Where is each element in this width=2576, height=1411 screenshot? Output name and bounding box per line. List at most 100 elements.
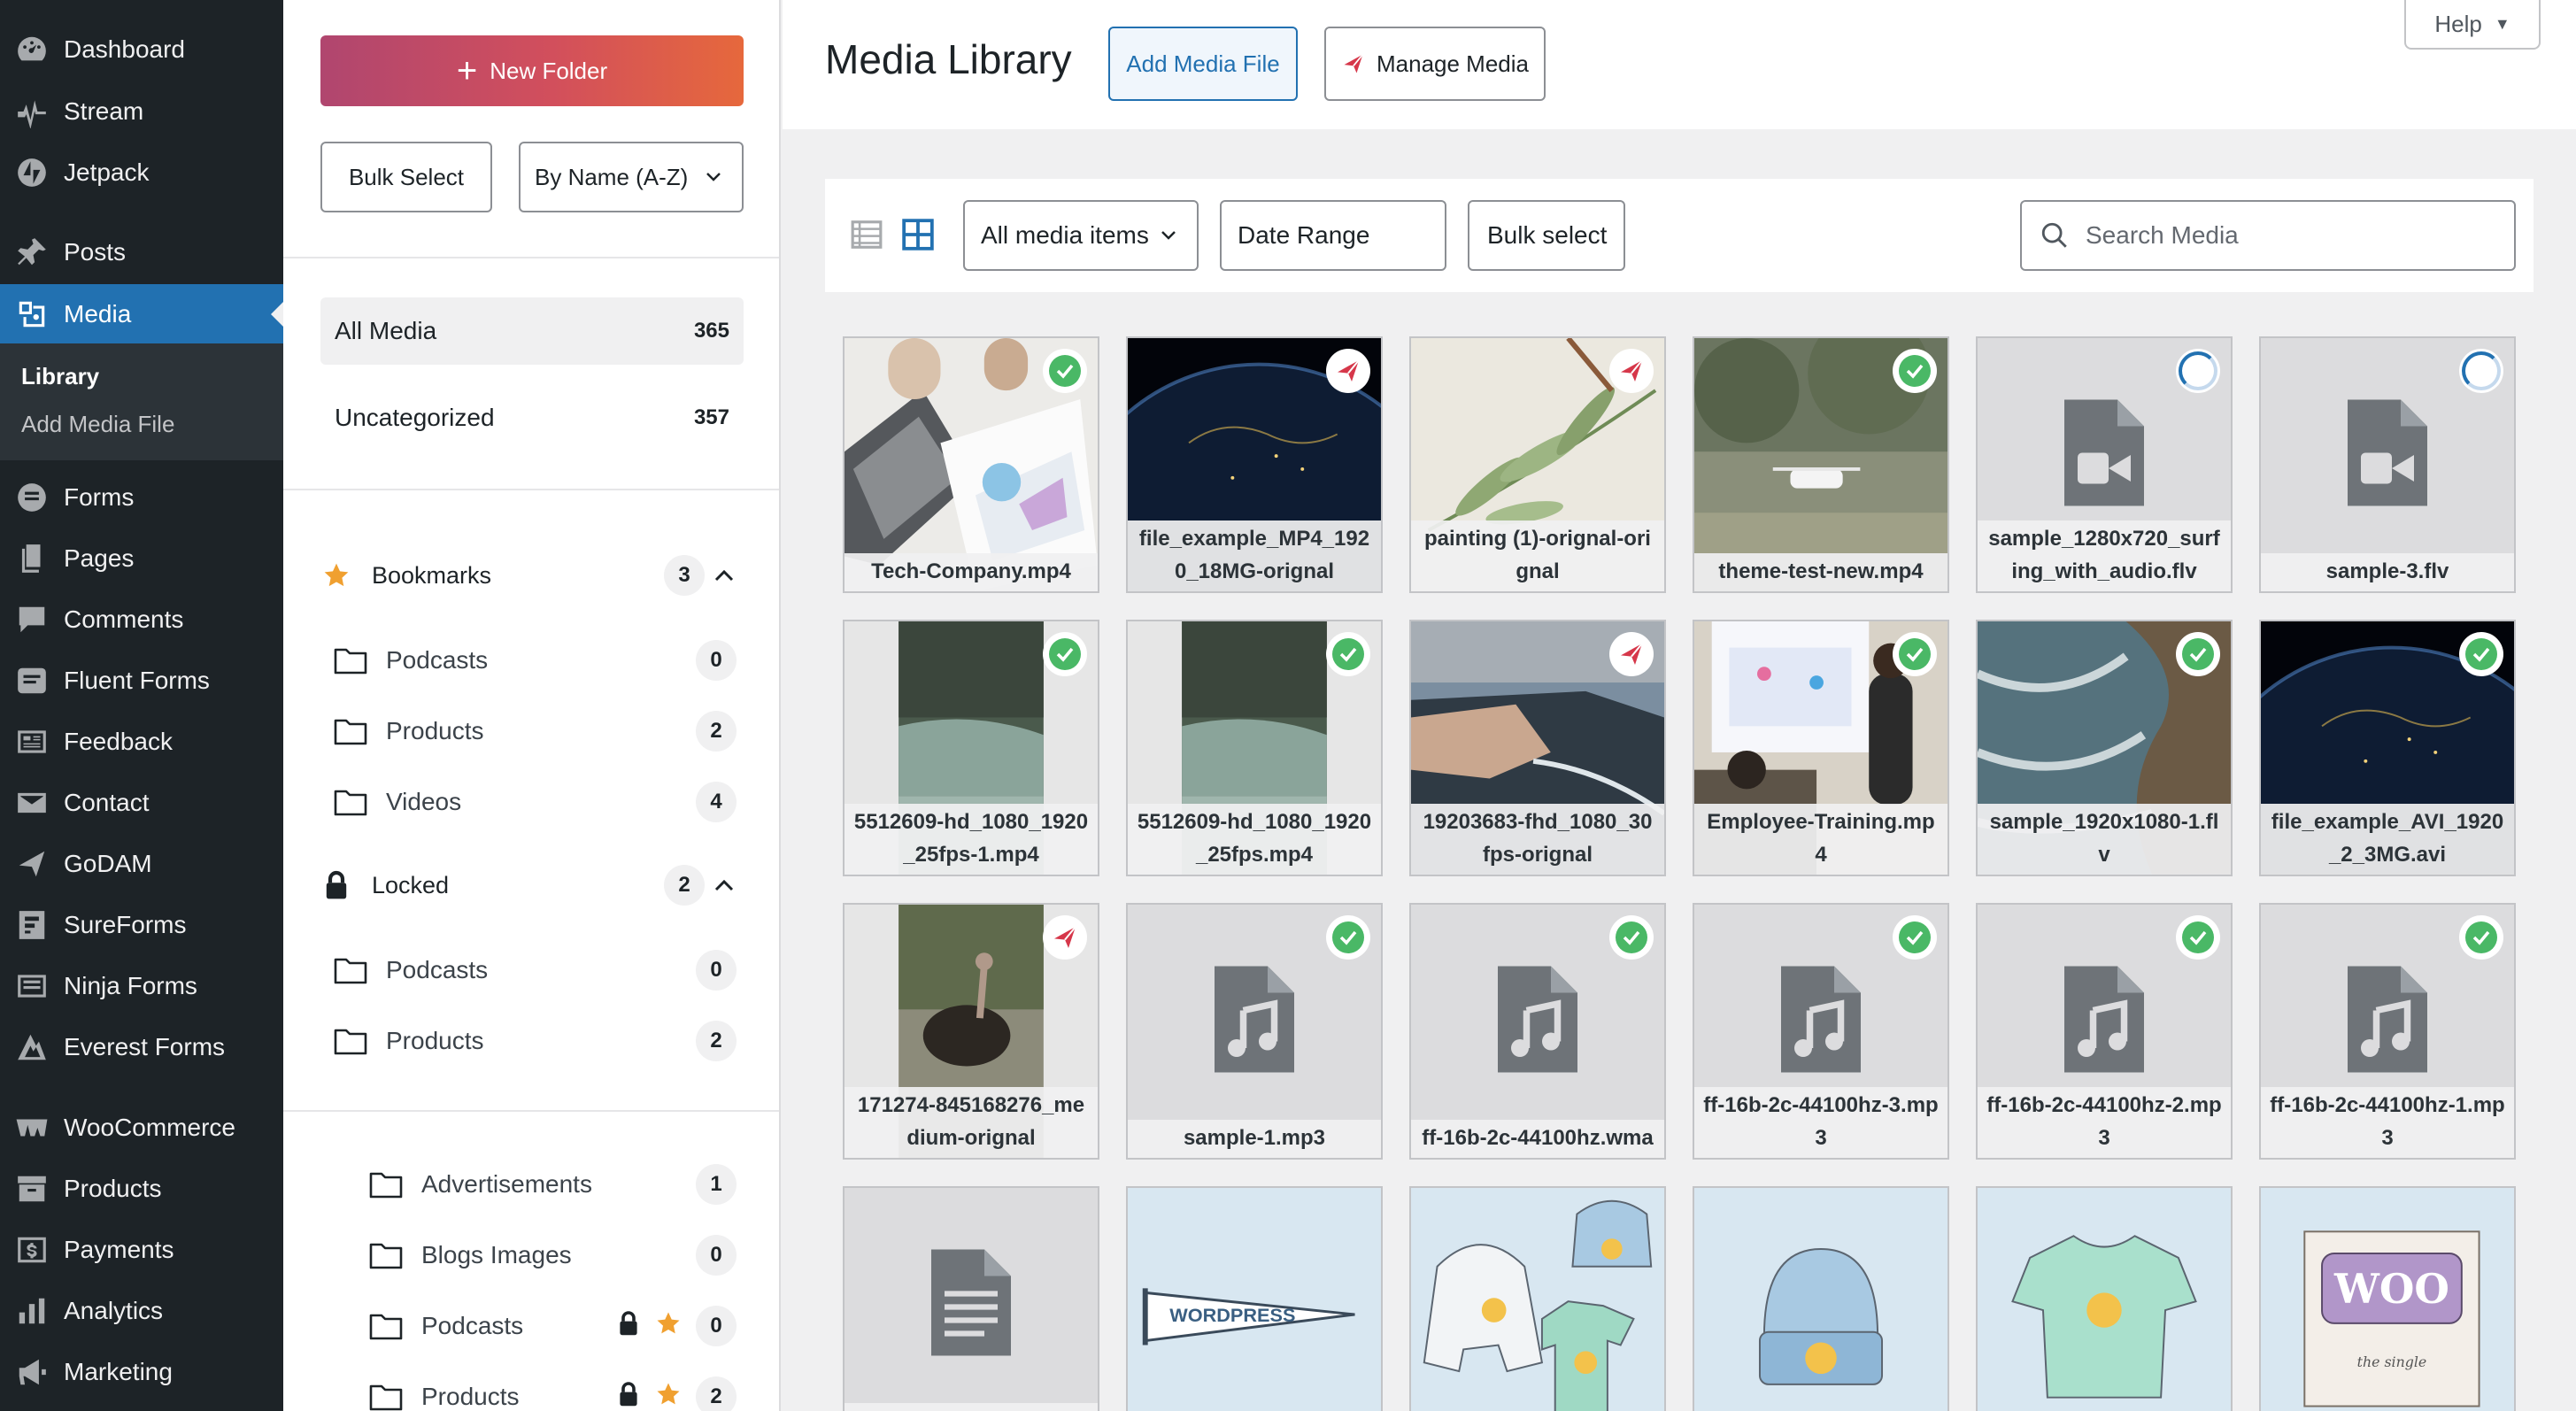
caret-down-icon: ▼ [2494, 14, 2510, 33]
menu-item-fluent-forms[interactable]: Fluent Forms [0, 651, 283, 711]
search-media-field[interactable] [2020, 200, 2516, 271]
new-folder-button[interactable]: + New Folder [320, 35, 744, 106]
media-item[interactable]: ff-16b-2c-44100hz-1.mp3 [2259, 903, 2516, 1160]
folder-icon [333, 787, 368, 817]
media-item[interactable]: 171274-845168276_medium-orignal [843, 903, 1099, 1160]
menu-item-payments[interactable]: Payments [0, 1220, 283, 1280]
media-item[interactable]: 5512609-hd_1080_1920_25fps.mp4 [1126, 620, 1383, 876]
media-item[interactable]: 19203683-fhd_1080_30fps-orignal [1409, 620, 1666, 876]
menu-item-contact[interactable]: Contact [0, 773, 283, 833]
media-item[interactable]: sample-3.flv [2259, 336, 2516, 593]
menu-item-feedback[interactable]: Feedback [0, 712, 283, 772]
submenu-library[interactable]: Library [21, 363, 99, 390]
menu-item-analytics[interactable]: Analytics [0, 1281, 283, 1341]
sort-select[interactable]: By Name (A-Z) [519, 142, 744, 212]
menu-item-products[interactable]: Products [0, 1159, 283, 1219]
folder-label: Products [421, 1383, 520, 1410]
menu-item-marketing[interactable]: Marketing [0, 1342, 283, 1402]
media-item[interactable]: theme-test-new.mp4 [1693, 336, 1949, 593]
media-item[interactable]: Employee-Training.mp4 [1693, 620, 1949, 876]
media-toolbar: All media items Date Range Bulk select [825, 179, 2534, 292]
dashboard-icon [0, 33, 64, 66]
media-item[interactable] [1409, 1186, 1666, 1411]
folder-icon [333, 1026, 368, 1056]
chevron-up-icon[interactable] [705, 878, 744, 892]
menu-item-media[interactable]: Media [0, 284, 283, 344]
folder-label: Podcasts [421, 1312, 524, 1339]
media-thumbnail [1411, 1188, 1664, 1411]
menu-item-posts[interactable]: Posts [0, 222, 283, 282]
media-item[interactable]: 5512609-hd_1080_1920_25fps-1.mp4 [843, 620, 1099, 876]
media-item[interactable]: sample-1.mp3 [1126, 903, 1383, 1160]
status-badge [2459, 915, 2503, 960]
menu-item-forms[interactable]: Forms [0, 467, 283, 528]
folder-item[interactable]: Podcasts 0 [333, 634, 737, 687]
menu-item-sureforms[interactable]: SureForms [0, 895, 283, 955]
media-filename: ff-16b-2c-44100hz-3.mp3 [1694, 1087, 1947, 1158]
folder-label: Products [386, 1027, 484, 1054]
folder-all-media[interactable]: All Media 365 [320, 297, 744, 365]
list-view-icon[interactable] [850, 218, 883, 256]
bulk-select-button[interactable]: Bulk Select [320, 142, 492, 212]
godam-icon [1621, 643, 1643, 665]
folder-item[interactable]: Videos 4 [333, 775, 737, 829]
media-item[interactable]: file_example_MP4_1920_18MG-orignal [1126, 336, 1383, 593]
locked-section-header[interactable]: Locked 2 [320, 859, 744, 912]
bulk-select-toolbar-button[interactable]: Bulk select [1468, 200, 1625, 271]
folder-item[interactable]: Products 2 [368, 1370, 737, 1411]
folder-item[interactable]: Advertisements 1 [368, 1158, 737, 1211]
bookmarks-section-header[interactable]: Bookmarks 3 [320, 549, 744, 602]
folder-uncategorized[interactable]: Uncategorized 357 [320, 384, 744, 451]
menu-item-label: Ninja Forms [64, 972, 197, 999]
media-item[interactable]: WORDPRESS [1126, 1186, 1383, 1411]
menu-item-jetpack[interactable]: Jetpack [0, 143, 283, 203]
media-item[interactable]: sample_tax_rates.csv [843, 1186, 1099, 1411]
menu-item-woocommerce[interactable]: WooCommerce [0, 1098, 283, 1158]
media-item[interactable]: ff-16b-2c-44100hz.wma [1409, 903, 1666, 1160]
menu-item-label: Dashboard [64, 35, 185, 63]
media-item[interactable]: painting (1)-orignal-orignal [1409, 336, 1666, 593]
menu-item-godam[interactable]: GoDAM [0, 834, 283, 894]
doc-file-icon [927, 1245, 1015, 1364]
folder-label: Products [386, 717, 484, 744]
folder-item[interactable]: Products 2 [333, 1014, 737, 1068]
folder-item[interactable]: Blogs Images 0 [368, 1229, 737, 1282]
media-item[interactable] [1976, 1186, 2233, 1411]
help-button[interactable]: Help ▼ [2404, 0, 2541, 50]
media-filename: sample_1280x720_surfing_with_audio.flv [1978, 520, 2231, 591]
folder-item[interactable]: Podcasts 0 [333, 944, 737, 997]
menu-item-everest-forms[interactable]: Everest Forms [0, 1017, 283, 1077]
add-media-file-button[interactable]: Add Media File [1108, 27, 1298, 101]
media-item[interactable]: Tech-Company.mp4 [843, 336, 1099, 593]
menu-item-stream[interactable]: Stream [0, 81, 283, 142]
media-item[interactable] [1693, 1186, 1949, 1411]
menu-item-ninja-forms[interactable]: Ninja Forms [0, 956, 283, 1016]
media-item[interactable]: ff-16b-2c-44100hz-3.mp3 [1693, 903, 1949, 1160]
submenu-add-media-file[interactable]: Add Media File [21, 411, 174, 438]
menu-item-pages[interactable]: Pages [0, 528, 283, 589]
menu-item-dashboard[interactable]: Dashboard [0, 19, 283, 80]
status-badge [1609, 632, 1654, 676]
media-icon [0, 297, 64, 331]
menu-item-comments[interactable]: Comments [0, 590, 283, 650]
check-icon [2465, 921, 2497, 953]
media-item[interactable]: sample_1920x1080-1.flv [1976, 620, 2233, 876]
sureforms-icon [0, 908, 64, 942]
folder-item[interactable]: Products 2 [333, 705, 737, 758]
grid-view-icon[interactable] [901, 218, 935, 256]
media-item[interactable]: ff-16b-2c-44100hz-2.mp3 [1976, 903, 2233, 1160]
search-media-input[interactable] [2086, 221, 2493, 250]
page-title: Media Library [825, 36, 1072, 82]
pin-icon [0, 235, 64, 269]
page-header: Media Library Add Media File Manage Medi… [783, 0, 2576, 129]
media-filename: theme-test-new.mp4 [1694, 553, 1947, 591]
media-item[interactable]: sample_1280x720_surfing_with_audio.flv [1976, 336, 2233, 593]
folder-item[interactable]: Podcasts 0 [368, 1299, 737, 1353]
chevron-up-icon[interactable] [705, 568, 744, 582]
manage-media-button[interactable]: Manage Media [1324, 27, 1546, 101]
media-type-filter[interactable]: All media items [963, 200, 1199, 271]
date-range-filter[interactable]: Date Range [1220, 200, 1446, 271]
media-item[interactable]: WOO the single [2259, 1186, 2516, 1411]
folder-icon [368, 1169, 404, 1199]
media-item[interactable]: file_example_AVI_1920_2_3MG.avi [2259, 620, 2516, 876]
